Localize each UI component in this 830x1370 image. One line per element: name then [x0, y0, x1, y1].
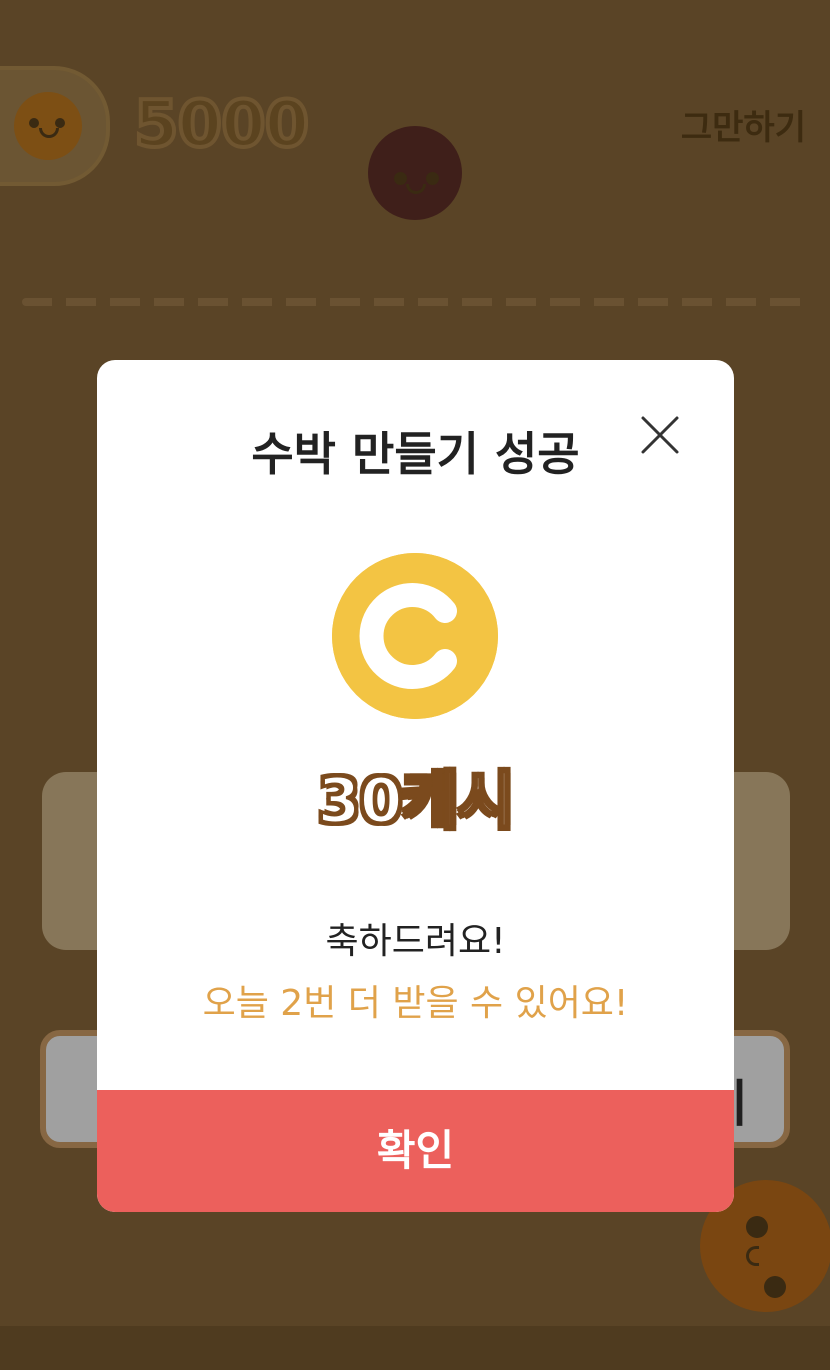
quit-button[interactable]: 그만하기	[681, 100, 806, 149]
confirm-button[interactable]: 확인	[97, 1090, 734, 1212]
coin-icon	[332, 553, 498, 719]
bottom-bar	[0, 1326, 830, 1370]
grape-fruit-icon	[368, 126, 462, 220]
success-modal: 수박 만들기 성공 30캐시 축하드려요! 오늘 2번 더 받을 수 있어요! …	[97, 360, 734, 1212]
remaining-count-message: 오늘 2번 더 받을 수 있어요!	[202, 983, 629, 1024]
reward-amount: 30캐시	[316, 763, 516, 839]
congrats-message: 축하드려요!	[325, 921, 506, 962]
score-value: 5000	[132, 86, 311, 164]
orange-fruit-icon	[14, 92, 82, 160]
current-fruit-slot	[0, 66, 110, 186]
close-icon	[641, 416, 679, 454]
drop-limit-line	[22, 298, 812, 306]
close-button[interactable]	[637, 412, 683, 458]
